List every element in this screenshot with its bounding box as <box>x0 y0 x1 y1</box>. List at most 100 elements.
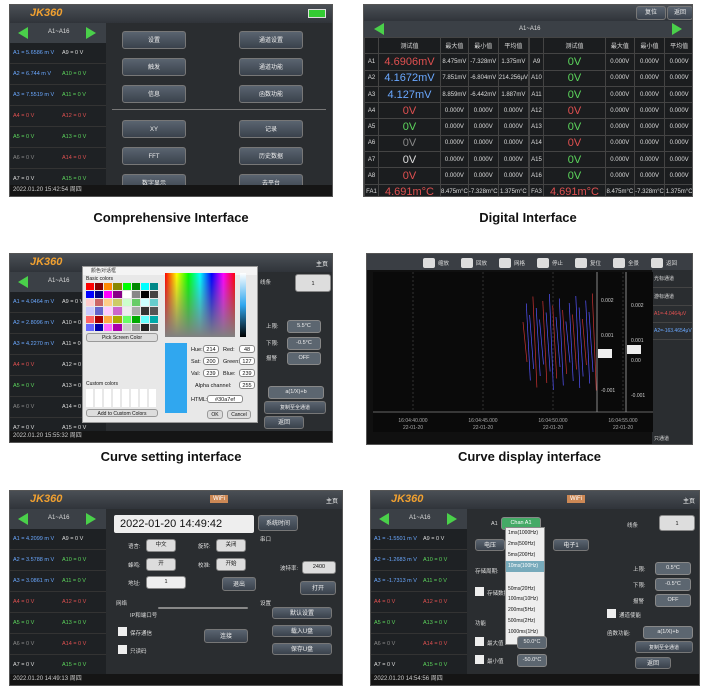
color-swatch[interactable] <box>122 299 131 307</box>
color-swatch[interactable] <box>113 299 122 307</box>
copy-all-button[interactable]: 复制至全通道 <box>264 401 326 414</box>
min-field[interactable]: -50.0°C <box>517 654 547 667</box>
line-select[interactable]: 1 <box>659 515 695 531</box>
home-button[interactable]: 主页 <box>326 496 338 505</box>
hue-input[interactable]: 214 <box>203 345 219 353</box>
color-swatch[interactable] <box>104 307 113 315</box>
color-swatch[interactable] <box>113 291 122 299</box>
channel-row[interactable]: A2 = -1.2683 m V A10 = 0 V <box>371 550 467 571</box>
color-swatch[interactable] <box>140 283 149 291</box>
reset-button[interactable]: 复位 <box>636 6 666 20</box>
menu-button[interactable]: 历史数据 <box>239 147 303 165</box>
connect-button[interactable]: 连接 <box>204 629 248 643</box>
import-usb-button[interactable]: 载入U盘 <box>272 625 332 637</box>
save-checkbox[interactable] <box>475 587 484 596</box>
color-swatch[interactable] <box>122 291 131 299</box>
prev-arrow-icon[interactable] <box>18 276 28 288</box>
baud-select[interactable]: 2400 <box>302 561 336 574</box>
menu-button[interactable]: FFT <box>122 147 186 165</box>
next-arrow-icon[interactable] <box>447 513 457 525</box>
wifi-icon[interactable]: WiFi <box>567 495 585 503</box>
function-field[interactable]: a(1/X)+b <box>643 626 693 639</box>
menu-button[interactable]: 触发 <box>122 58 186 76</box>
side-item[interactable]: 游标通道 <box>652 288 692 306</box>
channel-row[interactable]: A6 = 0 V A14 = 0 V <box>371 634 467 655</box>
readonly-checkbox[interactable] <box>118 645 127 654</box>
color-swatch[interactable] <box>86 299 95 307</box>
ip-field[interactable] <box>158 607 248 609</box>
side-item[interactable]: A1=-4.0464μV <box>652 306 692 323</box>
max-field[interactable]: 50.0°C <box>517 636 547 649</box>
beep-select[interactable]: 开 <box>146 558 176 571</box>
period-option[interactable]: 2ms(500Hz) <box>506 539 544 550</box>
prev-arrow-icon[interactable] <box>379 513 389 525</box>
period-option[interactable]: 500ms(2Hz) <box>506 616 544 627</box>
color-swatch[interactable] <box>95 315 104 323</box>
color-swatch[interactable] <box>95 291 104 299</box>
cancel-button[interactable]: Cancel <box>227 410 251 419</box>
lower-field[interactable]: -0.5°C <box>655 578 691 591</box>
color-swatch[interactable] <box>104 299 113 307</box>
color-swatch[interactable] <box>131 291 140 299</box>
channel-row[interactable]: A1 = -1.5501 m V A9 = 0 V <box>371 529 467 550</box>
channel-row[interactable]: A7 = 0 V A15 = 0 V <box>371 655 467 676</box>
channel-row[interactable]: A5 = 0 V A13 = 0 V <box>371 613 467 634</box>
alpha-input[interactable]: 255 <box>239 381 255 389</box>
side-item[interactable]: A2=-163.4654μV <box>652 323 692 340</box>
color-swatch[interactable] <box>140 291 149 299</box>
home-button[interactable]: 主页 <box>316 259 328 268</box>
menu-button[interactable]: 记录 <box>239 120 303 138</box>
color-swatch[interactable] <box>113 307 122 315</box>
color-swatch[interactable] <box>140 315 149 323</box>
default-settings-button[interactable]: 默认设置 <box>272 607 332 619</box>
open-button[interactable]: 打开 <box>300 581 336 595</box>
color-swatch[interactable] <box>104 291 113 299</box>
toolbar-icon[interactable] <box>613 258 625 268</box>
period-option[interactable]: 10ms(100Hz) <box>506 561 544 572</box>
period-option[interactable]: 100ms(10Hz) <box>506 594 544 605</box>
val-input[interactable]: 239 <box>203 369 219 377</box>
toolbar-icon[interactable] <box>423 258 435 268</box>
channel-row[interactable]: A4 = 0 V A12 = 0 V <box>371 592 467 613</box>
period-option[interactable]: 200ms(5Hz) <box>506 605 544 616</box>
channel-enable-checkbox[interactable] <box>607 609 616 618</box>
color-swatch[interactable] <box>131 323 140 331</box>
channel-row[interactable]: A4 = 0 V A12 = 0 V <box>10 106 106 127</box>
prev-arrow-icon[interactable] <box>374 23 384 35</box>
back-button[interactable]: 返回 <box>667 6 692 20</box>
color-swatch[interactable] <box>149 315 158 323</box>
channel-row[interactable]: A2 = 3.5788 m V A10 = 0 V <box>10 550 106 571</box>
cursor-box[interactable] <box>598 349 612 358</box>
color-swatch[interactable] <box>149 283 158 291</box>
menu-button[interactable]: XY <box>122 120 186 138</box>
color-swatch[interactable] <box>104 323 113 331</box>
return-button[interactable]: 返回 <box>264 416 304 429</box>
channel-row[interactable]: A6 = 0 V A14 = 0 V <box>10 148 106 169</box>
period-option[interactable]: 1ms(1000Hz) <box>506 528 544 539</box>
curve-plot[interactable]: 16:04:40.00022-01-2016:04:45.00022-01-20… <box>373 272 653 432</box>
next-arrow-icon[interactable] <box>672 23 682 35</box>
color-swatch[interactable] <box>95 283 104 291</box>
channel-row[interactable]: A6 = 0 V A14 = 0 V <box>10 634 106 655</box>
min-checkbox[interactable] <box>475 655 484 664</box>
menu-button[interactable]: 通道功能 <box>239 58 303 76</box>
channel-row[interactable]: A4 = 0 V A12 = 0 V <box>10 592 106 613</box>
alarm-toggle[interactable]: OFF <box>287 352 321 365</box>
menu-button[interactable]: 通道设置 <box>239 31 303 49</box>
color-swatch[interactable] <box>113 323 122 331</box>
voltage-button[interactable]: 电压 <box>475 539 505 551</box>
color-swatch[interactable] <box>122 307 131 315</box>
color-swatch[interactable] <box>113 283 122 291</box>
channel-row[interactable]: A1 = 4.2099 m V A9 = 0 V <box>10 529 106 550</box>
prev-arrow-icon[interactable] <box>18 513 28 525</box>
home-button[interactable]: 主页 <box>683 496 695 505</box>
channel-row[interactable]: A5 = 0 V A13 = 0 V <box>10 613 106 634</box>
save-comm-checkbox[interactable] <box>118 627 127 636</box>
color-swatch[interactable] <box>122 283 131 291</box>
pick-screen-color-button[interactable]: Pick Screen Color <box>86 333 158 342</box>
calibrate-select[interactable]: 开始 <box>216 558 246 571</box>
return-button[interactable]: 返回 <box>635 657 671 669</box>
side-item[interactable]: 只通道 <box>652 430 692 444</box>
cursor-box[interactable] <box>627 345 641 354</box>
color-swatch[interactable] <box>140 323 149 331</box>
